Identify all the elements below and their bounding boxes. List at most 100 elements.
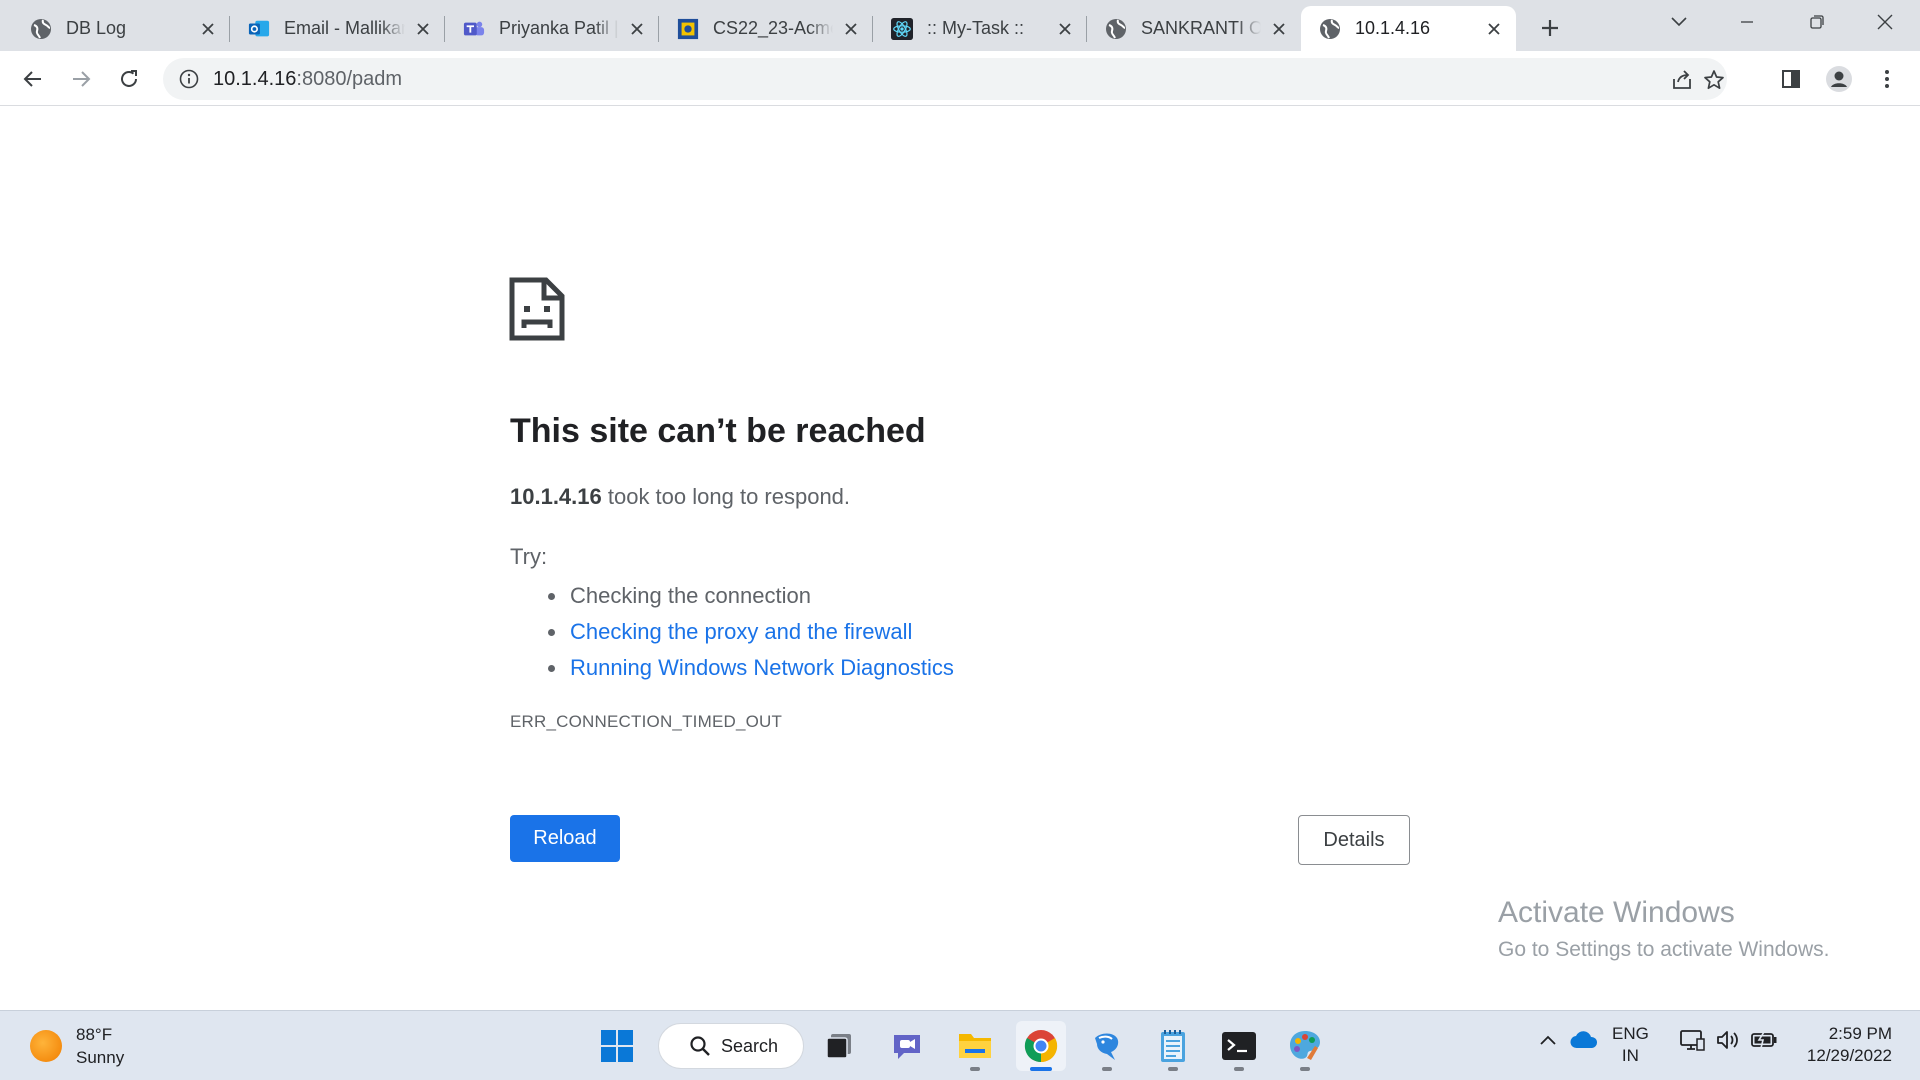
taskbar: 88°F Sunny Search ENG IN 2:59 PM 12/29/2… [0, 1010, 1920, 1080]
palette-icon [1290, 1031, 1320, 1060]
address-bar[interactable]: 10.1.4.16:8080/padm [163, 58, 1727, 100]
onedrive-tray[interactable] [1568, 1025, 1600, 1055]
close-icon[interactable] [1267, 17, 1291, 41]
taskbar-search[interactable]: Search [658, 1023, 804, 1069]
page-title: This site can’t be reached [510, 412, 926, 450]
search-label: Search [721, 1035, 779, 1056]
folder-icon [959, 1034, 991, 1058]
outlook-icon [248, 18, 270, 40]
running-indicator [1234, 1067, 1244, 1071]
restore-icon [1810, 15, 1824, 29]
start-button[interactable] [592, 1021, 642, 1071]
restore-button[interactable] [1784, 0, 1850, 44]
url-path: :8080/padm [296, 68, 403, 90]
chat-icon [894, 1035, 920, 1059]
battery-charging-icon [1751, 1031, 1777, 1049]
browser-toolbar: 10.1.4.16:8080/padm [0, 51, 1920, 106]
details-button[interactable]: Details [1298, 815, 1410, 865]
chrome-icon [1024, 1030, 1058, 1063]
dbeaver-app[interactable] [1082, 1021, 1132, 1071]
url-host: 10.1.4.16 [213, 68, 297, 90]
suggestion-network-diagnostics-link[interactable]: Running Windows Network Diagnostics [548, 650, 954, 686]
reload-icon [121, 70, 137, 87]
show-hidden-icons-button[interactable] [1536, 1025, 1560, 1055]
file-explorer-app[interactable] [950, 1021, 1000, 1071]
star-icon[interactable] [1701, 67, 1727, 93]
terminal-app[interactable] [1214, 1021, 1264, 1071]
tab-cs22[interactable]: CS22_23-Acme [659, 6, 873, 51]
react-icon [891, 17, 913, 40]
running-indicator [970, 1067, 980, 1071]
error-description-rest: took too long to respond. [601, 484, 851, 509]
tab-strip: DB Log Email - Mallikarjun Priyanka Pati… [0, 0, 1920, 51]
tab-title: CS22_23-Acme [713, 18, 833, 38]
watermark-subtitle: Go to Settings to activate Windows. [1498, 938, 1830, 961]
suggestion-check-connection: Checking the connection [548, 578, 954, 614]
tab-my-task[interactable]: :: My-Task :: [873, 6, 1087, 51]
weather-temperature: 88°F [76, 1025, 113, 1044]
profile-button[interactable] [1820, 60, 1858, 98]
chrome-app[interactable] [1016, 1021, 1066, 1071]
paint-app[interactable] [1280, 1021, 1330, 1071]
task-view-icon [826, 1034, 851, 1059]
close-window-button[interactable] [1852, 0, 1918, 44]
tab-title: SANKRANTI OFFER [1141, 18, 1261, 38]
try-label: Try: [510, 544, 548, 569]
tab-title: Priyanka Patil | Microsoft Teams [499, 18, 619, 38]
close-icon[interactable] [625, 17, 649, 41]
close-icon[interactable] [1053, 17, 1077, 41]
speaker-icon [1717, 1031, 1738, 1049]
activation-watermark: Activate Windows Go to Settings to activ… [1498, 896, 1830, 962]
cloud-icon [1570, 1031, 1598, 1049]
teams-chat-app[interactable] [882, 1021, 932, 1071]
tab-db-log[interactable]: DB Log [12, 6, 230, 51]
close-icon[interactable] [839, 17, 863, 41]
minimize-button[interactable] [1714, 0, 1780, 44]
error-code: ERR_CONNECTION_TIMED_OUT [510, 712, 783, 731]
tab-title: DB Log [66, 18, 127, 38]
notepad-app[interactable] [1148, 1021, 1198, 1071]
watermark-title: Activate Windows [1498, 896, 1735, 929]
kebab-menu-icon [1885, 70, 1889, 88]
chevron-up-icon [1540, 1035, 1556, 1045]
new-tab-button[interactable] [1532, 10, 1568, 46]
tab-current[interactable]: 10.1.4.16 [1301, 6, 1516, 51]
share-icon[interactable] [1669, 67, 1695, 93]
menu-button[interactable] [1868, 60, 1906, 98]
weather-widget[interactable]: 88°F Sunny [30, 1023, 124, 1069]
suggestion-proxy-firewall-link[interactable]: Checking the proxy and the firewall [548, 614, 954, 650]
close-icon [1877, 14, 1893, 30]
close-icon[interactable] [196, 17, 220, 41]
tab-title: 10.1.4.16 [1355, 18, 1431, 38]
running-indicator [1168, 1067, 1178, 1071]
back-button[interactable] [14, 60, 52, 98]
close-icon[interactable] [411, 17, 435, 41]
close-icon[interactable] [1482, 17, 1506, 41]
tab-teams[interactable]: Priyanka Patil | Microsoft Teams [445, 6, 659, 51]
battery-tray[interactable] [1748, 1025, 1780, 1055]
dolphin-icon [1095, 1033, 1119, 1060]
volume-tray[interactable] [1712, 1025, 1744, 1055]
info-icon[interactable] [177, 67, 201, 91]
forward-button[interactable] [62, 60, 100, 98]
url-text[interactable]: 10.1.4.16:8080/padm [213, 68, 402, 91]
tab-title: Email - Mallikarjun [284, 18, 405, 38]
tab-email[interactable]: Email - Mallikarjun [230, 6, 445, 51]
windows-logo-icon [601, 1030, 633, 1062]
reload-button[interactable]: Reload [510, 815, 620, 862]
arrow-left-icon [23, 71, 41, 87]
sun-icon [30, 1030, 62, 1062]
tab-title: :: My-Task :: [927, 18, 1025, 38]
system-clock[interactable]: 2:59 PM 12/29/2022 [1796, 1023, 1892, 1067]
tab-search-button[interactable] [1646, 0, 1712, 44]
task-view-button[interactable] [814, 1021, 864, 1071]
clock-date: 12/29/2022 [1806, 1046, 1892, 1065]
reload-toolbar-button[interactable] [110, 60, 148, 98]
running-indicator [1300, 1067, 1310, 1071]
network-tray[interactable] [1676, 1025, 1708, 1055]
input-language[interactable]: ENG IN [1612, 1023, 1649, 1067]
side-panel-button[interactable] [1772, 60, 1810, 98]
side-panel-icon [1782, 70, 1800, 88]
tab-sankranti[interactable]: SANKRANTI OFFER [1087, 6, 1301, 51]
network-icon [1680, 1030, 1705, 1051]
